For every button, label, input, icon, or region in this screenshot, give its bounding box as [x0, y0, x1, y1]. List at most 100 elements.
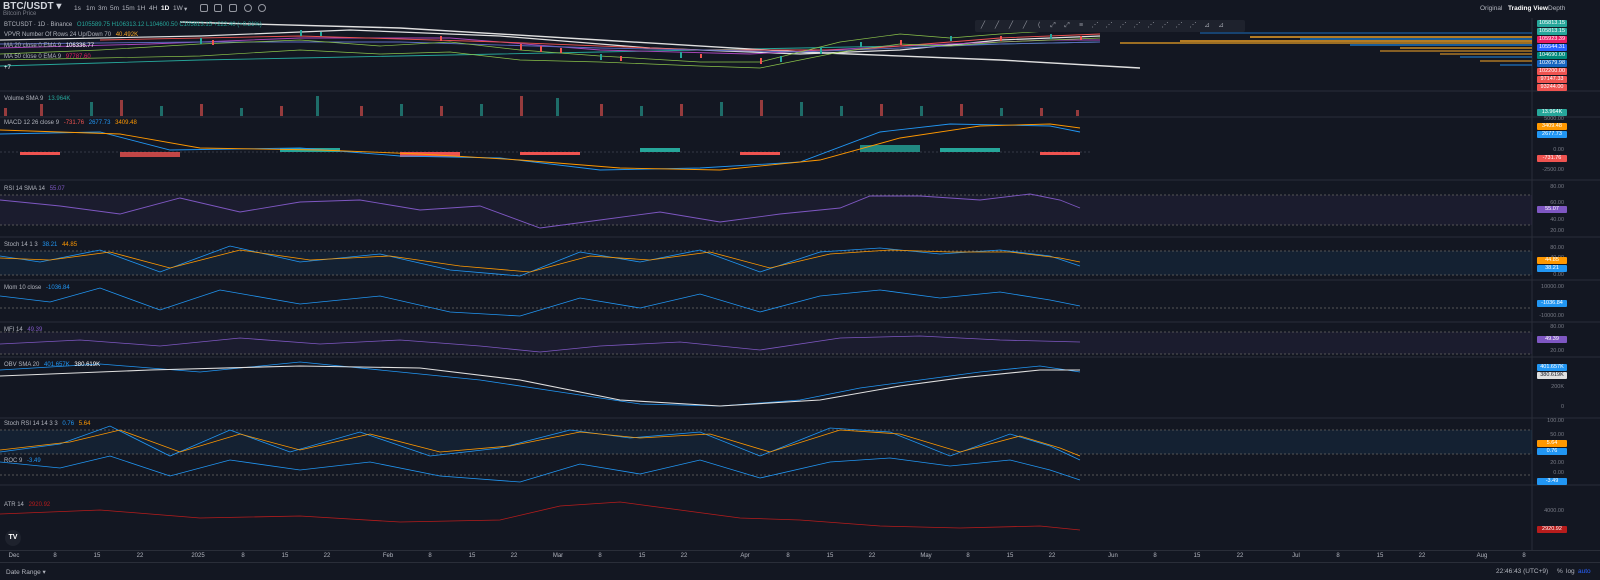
time-tick: 15 — [1193, 553, 1201, 559]
obv-tag: 380.619K — [1537, 372, 1567, 379]
percent-toggle[interactable]: % — [1557, 568, 1563, 575]
rsi-axis-tick: 80.00 — [1550, 184, 1564, 190]
stoch-axis-tick: 80.00 — [1550, 245, 1564, 251]
time-tick: 22 — [136, 553, 144, 559]
price-tag: 93244.00 — [1537, 84, 1567, 91]
auto-toggle[interactable]: auto — [1578, 568, 1591, 575]
channel-icon[interactable]: ⤢ — [1049, 22, 1057, 30]
rsi-tag: 55.07 — [1537, 206, 1567, 213]
price-tag: 104690.00 — [1537, 52, 1567, 59]
chart-type-icon[interactable] — [214, 4, 222, 12]
timeframe-1m[interactable]: 1m — [86, 5, 95, 12]
stoch-legend[interactable]: Stoch 14 1 3 38.21 44.85 — [4, 242, 77, 248]
ma50-legend[interactable]: MA 50 close 0 EMA 9 97787.60 — [4, 54, 91, 60]
clock[interactable]: 22:46:43 (UTC+9) — [1496, 568, 1548, 575]
roc-line — [0, 455, 1081, 483]
macd-legend[interactable]: MACD 12 26 close 9 -731.76 2677.73 3409.… — [4, 120, 137, 126]
time-tick: 8 — [53, 553, 57, 559]
timeframe-5m[interactable]: 5m — [110, 5, 119, 12]
indicators-icon[interactable] — [200, 4, 208, 12]
timeframe-1h[interactable]: 1H — [137, 5, 145, 12]
time-tick: 22 — [680, 553, 688, 559]
timeframe-15m[interactable]: 15m — [122, 5, 135, 12]
mfi-axis-tick: 20.00 — [1550, 348, 1564, 354]
mom-axis-tick: -10000.00 — [1539, 313, 1564, 319]
main-legend: BTCUSDT · 1D · Binance O105589.75 H10631… — [4, 22, 262, 28]
log-toggle[interactable]: log — [1566, 568, 1575, 575]
timeframe-dropdown-icon[interactable]: ▾ — [184, 5, 187, 13]
macd-tag: -731.76 — [1537, 155, 1567, 162]
time-tick: May — [920, 553, 932, 559]
volume-bars — [4, 96, 1079, 116]
triangle-icon[interactable]: ⋰ — [1189, 22, 1197, 30]
bottom-bar: Date Range ▾ 22:46:43 (UTC+9) % log auto — [0, 562, 1600, 580]
time-tick: 8 — [241, 553, 245, 559]
gann-icon[interactable]: ⋰ — [1091, 22, 1099, 30]
roc-legend[interactable]: ROC 9 -3.49 — [4, 458, 41, 464]
timeframe-4h[interactable]: 4H — [149, 5, 157, 12]
extended-line-icon[interactable]: ╱ — [1007, 22, 1015, 30]
tab-trading-view[interactable]: Trading View — [1508, 5, 1548, 12]
macd-tag: 2677.73 — [1537, 131, 1567, 138]
obv-axis-tick: 0 — [1560, 404, 1564, 410]
volume-legend[interactable]: Volume SMA 9 13.964K — [4, 96, 70, 102]
ma20-legend[interactable]: MA 20 close 0 EMA 9 106336.77 — [4, 43, 94, 49]
chart-canvas[interactable] — [0, 18, 1600, 550]
macd-histogram — [20, 145, 1080, 157]
more-indicators-toggle[interactable]: +7 — [4, 65, 11, 71]
time-tick: Dec — [8, 553, 20, 559]
timeframe-1d[interactable]: 1D — [161, 5, 169, 12]
macd-tag: 3409.48 — [1537, 123, 1567, 130]
head-shoulders-icon[interactable]: ⋰ — [1175, 22, 1183, 30]
vpvr-legend[interactable]: VPVR Number Of Rows 24 Up/Down 70 40.492… — [4, 32, 138, 38]
time-tick: Aug — [1476, 553, 1488, 559]
time-tick: 15 — [1376, 553, 1384, 559]
path-icon[interactable]: ⤢ — [1063, 22, 1071, 30]
fullscreen-icon[interactable] — [244, 4, 252, 12]
tab-original[interactable]: Original — [1480, 5, 1502, 12]
price-tag: 97147.33 — [1537, 76, 1567, 83]
xabcd-icon[interactable]: ⋰ — [1161, 22, 1169, 30]
arrow-icon[interactable]: ╱ — [1021, 22, 1029, 30]
gear-icon[interactable] — [258, 4, 266, 12]
time-tick: 15 — [638, 553, 646, 559]
date-range-button[interactable]: Date Range ▾ — [6, 568, 46, 576]
timeframe-3m[interactable]: 3m — [98, 5, 107, 12]
rsi-legend[interactable]: RSI 14 SMA 14 55.07 — [4, 186, 65, 192]
timeframe-1w[interactable]: 1W — [173, 5, 183, 12]
price-tag: 102200.00 — [1537, 68, 1567, 75]
mom-legend[interactable]: Mom 10 close -1036.84 — [4, 285, 70, 291]
stoch-rsi-tag: 0.76 — [1537, 448, 1567, 455]
time-axis[interactable]: Dec 8 15 22 2025 8 15 22 Feb 8 15 22 Mar… — [0, 550, 1600, 562]
roc-tag: -3.49 — [1537, 478, 1567, 485]
tab-depth[interactable]: Depth — [1548, 5, 1565, 12]
atr-legend[interactable]: ATR 14 2920.92 — [4, 502, 50, 508]
mfi-axis-tick: 80.00 — [1550, 324, 1564, 330]
macd-axis-tick: 5000.00 — [1544, 116, 1564, 122]
pitchfork-icon[interactable]: ⟨ — [1035, 22, 1043, 30]
trendline-icon[interactable]: ╱ — [979, 22, 987, 30]
gann-fan-icon[interactable]: ⋰ — [1105, 22, 1113, 30]
ruler-icon[interactable]: ⊿ — [1217, 22, 1225, 30]
measure-icon[interactable]: ⊿ — [1203, 22, 1211, 30]
fib-icon[interactable]: ≡ — [1077, 22, 1085, 30]
time-tick: 8 — [1153, 553, 1157, 559]
stoch-rsi-legend[interactable]: Stoch RSI 14 14 3 3 0.76 5.64 — [4, 421, 90, 427]
time-tick: Feb — [382, 553, 394, 559]
abcd-icon[interactable]: ⋰ — [1147, 22, 1155, 30]
price-tag: 105923.39 — [1537, 36, 1567, 43]
obv-legend[interactable]: OBV SMA 20 401.657K 380.619K — [4, 362, 100, 368]
camera-icon[interactable] — [229, 4, 237, 12]
time-tick: 22 — [510, 553, 518, 559]
wave-icon[interactable]: ⋰ — [1133, 22, 1141, 30]
mfi-tag: 49.39 — [1537, 336, 1567, 343]
time-tick: 8 — [598, 553, 602, 559]
obv-axis-tick: 200K — [1551, 384, 1564, 390]
time-tick: 8 — [428, 553, 432, 559]
ray-icon[interactable]: ╱ — [993, 22, 1001, 30]
fib-fan-icon[interactable]: ⋰ — [1119, 22, 1127, 30]
mfi-legend[interactable]: MFI 14 49.39 — [4, 327, 42, 333]
time-tick: 8 — [1336, 553, 1340, 559]
timeframe-1s[interactable]: 1s — [74, 5, 81, 12]
time-tick: 22 — [1236, 553, 1244, 559]
